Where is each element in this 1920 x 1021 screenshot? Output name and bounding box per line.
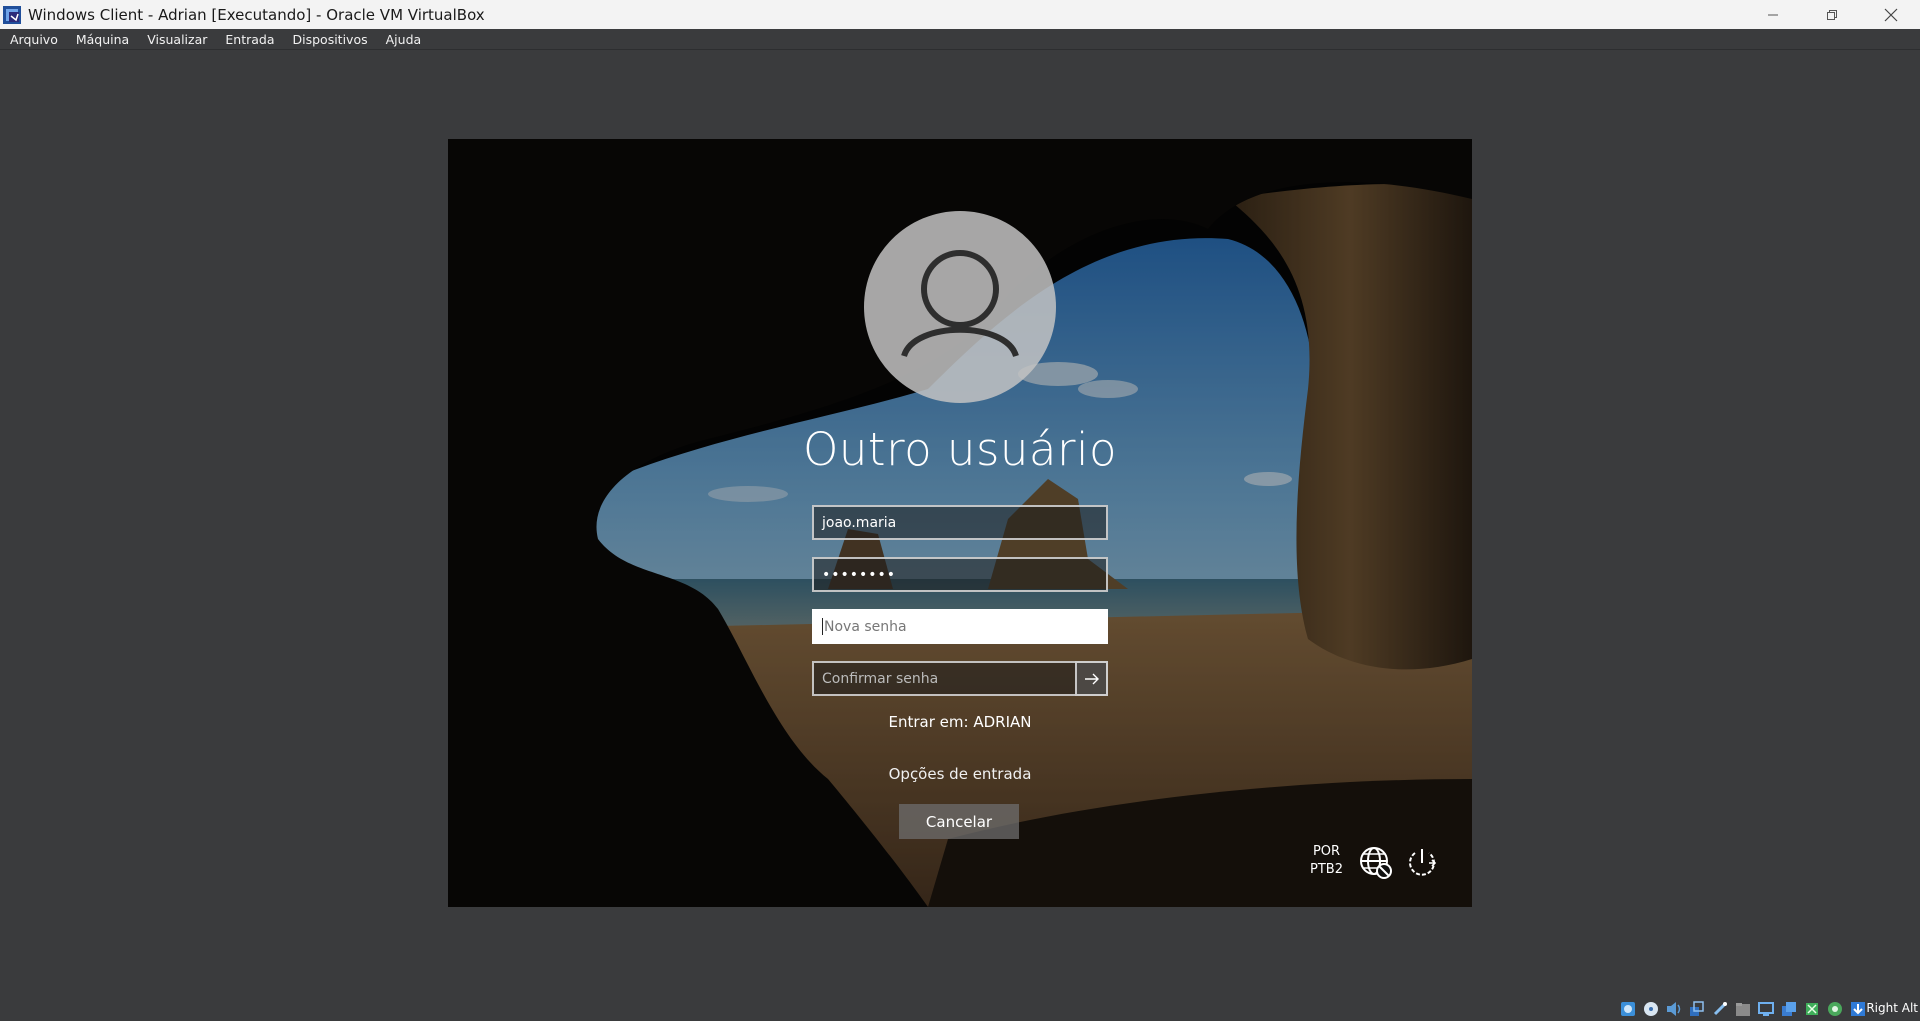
new-password-input[interactable]: Nova senha	[812, 609, 1108, 644]
menu-bar: Arquivo Máquina Visualizar Entrada Dispo…	[0, 29, 1920, 50]
network-globe-icon[interactable]	[1359, 846, 1393, 880]
restore-button[interactable]	[1802, 0, 1861, 29]
virtualbox-app-icon	[2, 4, 24, 26]
menu-dispositivos[interactable]: Dispositivos	[283, 32, 376, 47]
username-value: joao.maria	[822, 514, 897, 531]
mouse-integration-icon[interactable]	[1802, 999, 1822, 1018]
sign-in-domain-text: Entrar em: ADRIAN	[888, 713, 1032, 731]
arrow-right-icon	[1084, 673, 1099, 684]
power-icon[interactable]	[1405, 846, 1439, 880]
hard-disk-icon[interactable]	[1618, 999, 1638, 1018]
confirm-password-placeholder: Confirmar senha	[822, 670, 939, 687]
network-icon[interactable]	[1687, 999, 1707, 1018]
cancel-button[interactable]: Cancelar	[899, 804, 1019, 839]
sign-in-options-link[interactable]: Opções de entrada	[448, 765, 1472, 783]
window-title: Windows Client - Adrian [Executando] - O…	[28, 5, 485, 24]
user-name-heading: Outro usuário	[802, 423, 1118, 476]
menu-entrada[interactable]: Entrada	[215, 32, 282, 47]
minimize-icon	[1767, 14, 1778, 15]
text-caret	[822, 618, 823, 635]
vm-display[interactable]: Outro usuário joao.maria •••••••• Nova s…	[448, 139, 1472, 907]
user-avatar-icon	[901, 250, 1019, 358]
menu-visualizar[interactable]: Visualizar	[137, 32, 215, 47]
display-icon[interactable]	[1756, 999, 1776, 1018]
password-mask: ••••••••	[822, 566, 897, 583]
audio-icon[interactable]	[1664, 999, 1684, 1018]
usb-icon[interactable]	[1710, 999, 1730, 1018]
submit-button[interactable]	[1075, 661, 1108, 696]
recording-icon[interactable]	[1779, 999, 1799, 1018]
user-avatar	[864, 211, 1056, 403]
arrow-down-icon[interactable]	[1848, 999, 1868, 1018]
old-password-input[interactable]: ••••••••	[812, 557, 1108, 592]
menu-maquina[interactable]: Máquina	[66, 32, 137, 47]
status-bar: Right Alt	[0, 996, 1920, 1021]
optical-drive-icon[interactable]	[1641, 999, 1661, 1018]
window-titlebar: Windows Client - Adrian [Executando] - O…	[0, 0, 1920, 29]
keyboard-layout: PTB2	[1310, 862, 1343, 877]
new-password-placeholder: Nova senha	[824, 618, 907, 635]
host-key-label: Right Alt	[1866, 1001, 1918, 1015]
confirm-password-input[interactable]: Confirmar senha	[812, 661, 1108, 696]
language-code: POR	[1312, 844, 1341, 859]
keyboard-capture-icon[interactable]	[1825, 999, 1845, 1018]
menu-ajuda[interactable]: Ajuda	[376, 32, 430, 47]
shared-folders-icon[interactable]	[1733, 999, 1753, 1018]
close-icon	[1884, 8, 1897, 21]
minimize-button[interactable]	[1743, 0, 1802, 29]
restore-icon	[1826, 9, 1837, 20]
username-input[interactable]: joao.maria	[812, 505, 1108, 540]
menu-arquivo[interactable]: Arquivo	[0, 32, 66, 47]
language-indicator[interactable]: POR PTB2	[1310, 843, 1343, 879]
close-button[interactable]	[1861, 0, 1920, 29]
